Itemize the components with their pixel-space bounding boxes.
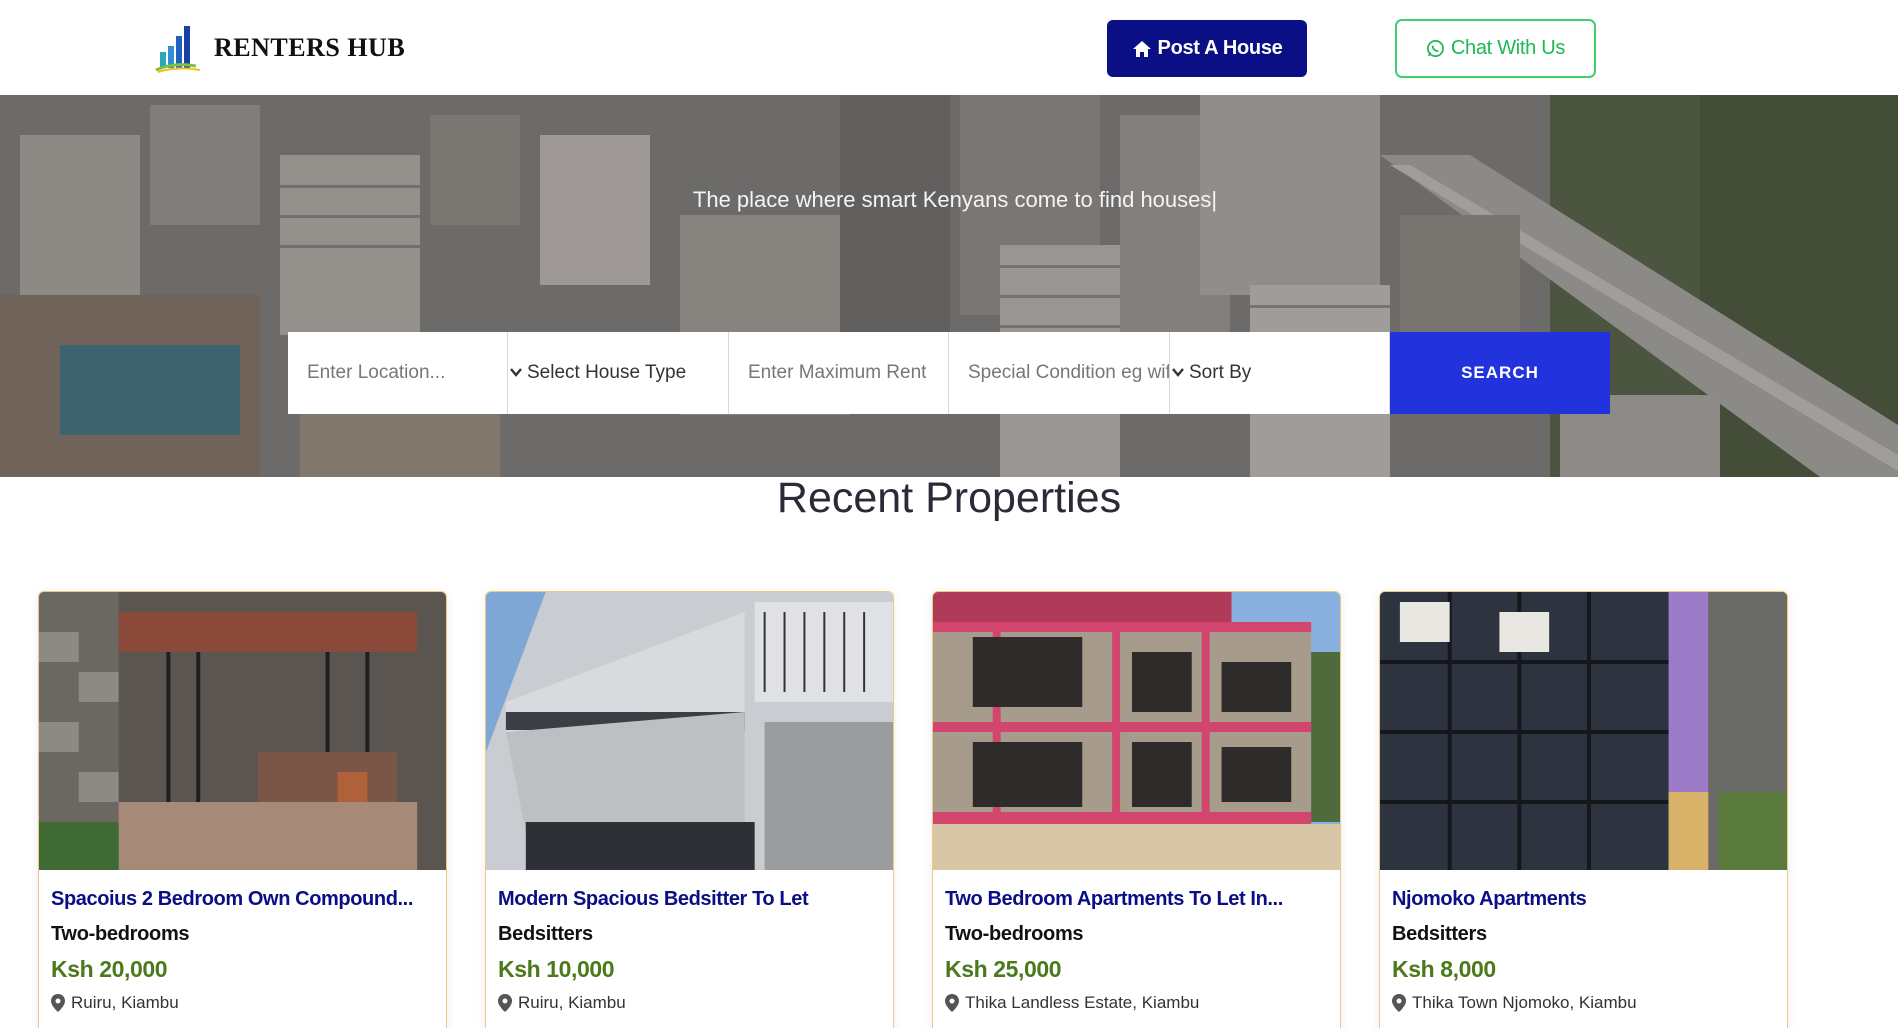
property-search-bar: Enter Location... Select House Type Ente…: [288, 332, 1610, 414]
property-card[interactable]: Njomoko Apartments Bedsitters Ksh 8,000 …: [1379, 591, 1788, 1028]
property-type: Bedsitters: [498, 923, 593, 945]
property-location-text: Thika Landless Estate, Kiambu: [965, 993, 1200, 1012]
property-title[interactable]: Modern Spacious Bedsitter To Let: [498, 888, 881, 911]
property-photo: [486, 592, 893, 870]
house-type-selected: Select House Type: [527, 362, 687, 383]
property-photo: [933, 592, 1340, 870]
map-pin-icon: [945, 994, 959, 1012]
map-pin-icon: [1392, 994, 1406, 1012]
search-button[interactable]: SEARCH: [1390, 332, 1610, 414]
property-card[interactable]: Two Bedroom Apartments To Let In... Two-…: [932, 591, 1341, 1028]
property-card[interactable]: Modern Spacious Bedsitter To Let Bedsitt…: [485, 591, 894, 1028]
property-location: Thika Town Njomoko, Kiambu: [1392, 993, 1775, 1013]
property-location-text: Ruiru, Kiambu: [71, 993, 179, 1012]
property-location: Thika Landless Estate, Kiambu: [945, 993, 1328, 1013]
property-type: Two-bedrooms: [945, 923, 1084, 945]
post-house-button[interactable]: Post A House: [1107, 20, 1307, 77]
property-price: Ksh 10,000: [498, 956, 615, 982]
building-chart-logo-icon: [155, 26, 201, 73]
chat-with-us-button[interactable]: Chat With Us: [1395, 19, 1596, 78]
property-price: Ksh 25,000: [945, 956, 1062, 982]
max-rent-input[interactable]: Enter Maximum Rent: [729, 332, 949, 414]
property-title[interactable]: Spacoius 2 Bedroom Own Compound...: [51, 888, 434, 911]
property-location: Ruiru, Kiambu: [51, 993, 434, 1013]
location-input[interactable]: Enter Location...: [288, 332, 508, 414]
city-skyline-background-image: [0, 95, 1898, 477]
recent-properties-heading: Recent Properties: [776, 474, 1122, 522]
special-condition-input[interactable]: Special Condition eg wifi: [949, 332, 1170, 414]
property-title[interactable]: Njomoko Apartments: [1392, 888, 1775, 911]
property-title[interactable]: Two Bedroom Apartments To Let In...: [945, 888, 1328, 911]
property-price: Ksh 20,000: [51, 956, 168, 982]
property-card[interactable]: Spacoius 2 Bedroom Own Compound... Two-b…: [38, 591, 447, 1028]
property-price: Ksh 8,000: [1392, 956, 1496, 982]
hero-banner: The place where smart Kenyans come to fi…: [0, 95, 1898, 477]
chevron-down-icon: [1172, 368, 1184, 377]
property-location-text: Thika Town Njomoko, Kiambu: [1412, 993, 1637, 1012]
sort-by-selected: Sort By: [1189, 362, 1252, 383]
property-type: Bedsitters: [1392, 923, 1487, 945]
map-pin-icon: [498, 994, 512, 1012]
whatsapp-icon: [1426, 40, 1444, 57]
property-photo: [39, 592, 446, 870]
sort-by-select[interactable]: Sort By: [1170, 332, 1390, 414]
logo-text: RENTERS HUB: [214, 33, 406, 62]
property-location: Ruiru, Kiambu: [498, 993, 881, 1013]
house-type-select[interactable]: Select House Type: [508, 332, 729, 414]
post-house-label: Post A House: [1157, 37, 1283, 59]
map-pin-icon: [51, 994, 65, 1012]
hero-tagline: The place where smart Kenyans come to fi…: [692, 187, 1218, 212]
home-icon: [1132, 40, 1151, 57]
top-header: RENTERS HUB Post A House Chat With Us: [0, 0, 1898, 95]
property-photo: [1380, 592, 1787, 870]
site-logo[interactable]: RENTERS HUB: [154, 22, 405, 74]
chevron-down-icon: [510, 368, 522, 377]
property-type: Two-bedrooms: [51, 923, 190, 945]
property-location-text: Ruiru, Kiambu: [518, 993, 626, 1012]
chat-with-us-label: Chat With Us: [1450, 37, 1566, 59]
